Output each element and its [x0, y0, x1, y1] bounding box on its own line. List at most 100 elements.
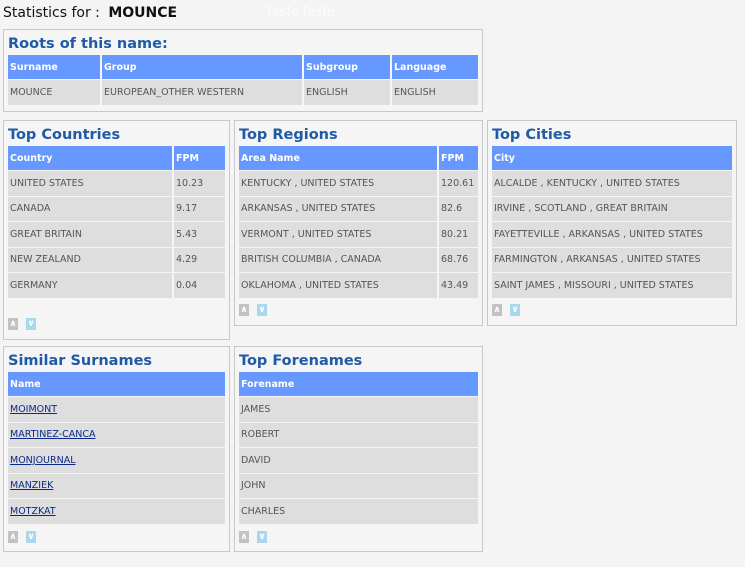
fpm-cell: 43.49	[439, 272, 478, 298]
table-row: VERMONT , UNITED STATES 80.21	[239, 221, 478, 247]
page-down-icon[interactable]: ∨	[257, 531, 267, 543]
city-cell: FAYETTEVILLE , ARKANSAS , UNITED STATES	[492, 221, 732, 247]
similar-surnames-pager: ∧ ∨	[8, 531, 36, 543]
table-row: MARTINEZ-CANCA	[8, 421, 225, 447]
top-countries-header-row: Country FPM	[8, 146, 225, 170]
roots-title: Roots of this name:	[8, 36, 168, 52]
top-forenames-pager: ∧ ∨	[239, 531, 267, 543]
top-forenames-panel: Top Forenames Forename JAMES ROBERT DAVI…	[234, 346, 483, 552]
table-row: ARKANSAS , UNITED STATES 82.6	[239, 195, 478, 221]
top-regions-title: Top Regions	[239, 127, 338, 143]
fpm-cell: 80.21	[439, 221, 478, 247]
area-cell: VERMONT , UNITED STATES	[239, 221, 439, 247]
surname-cell: MANZIEK	[8, 472, 225, 498]
page-down-icon[interactable]: ∨	[257, 304, 267, 316]
column-header-country: Country	[8, 146, 174, 170]
roots-group-cell: EUROPEAN_OTHER WESTERN	[102, 79, 304, 105]
similar-surnames-table: Name MOIMONT MARTINEZ-CANCA MONJOURNAL M…	[8, 372, 225, 524]
top-regions-table: Area Name FPM KENTUCKY , UNITED STATES 12…	[239, 146, 478, 298]
top-regions-panel: Top Regions Area Name FPM KENTUCKY , UNI…	[234, 120, 483, 326]
area-cell: KENTUCKY , UNITED STATES	[239, 170, 439, 196]
table-row: MOIMONT	[8, 396, 225, 422]
fpm-cell: 9.17	[174, 195, 225, 221]
faint-header-text: fasfe fasfe	[267, 5, 335, 20]
country-cell: NEW ZEALAND	[8, 246, 174, 272]
country-cell: CANADA	[8, 195, 174, 221]
city-cell: ALCALDE , KENTUCKY , UNITED STATES	[492, 170, 732, 196]
area-cell: ARKANSAS , UNITED STATES	[239, 195, 439, 221]
surname-link-manziek[interactable]: MANZIEK	[10, 480, 53, 491]
table-row: MANZIEK	[8, 472, 225, 498]
table-row: OKLAHOMA , UNITED STATES 43.49	[239, 272, 478, 298]
roots-panel: Roots of this name: Surname Group Subgro…	[3, 29, 483, 112]
city-cell: SAINT JAMES , MISSOURI , UNITED STATES	[492, 272, 732, 298]
surname-link-motzkat[interactable]: MOTZKAT	[10, 506, 56, 517]
fpm-cell: 0.04	[174, 272, 225, 298]
top-countries-table: Country FPM UNITED STATES 10.23 CANADA 9.1…	[8, 146, 225, 298]
page-up-icon[interactable]: ∧	[239, 304, 249, 316]
table-row: FARMINGTON , ARKANSAS , UNITED STATES	[492, 246, 732, 272]
table-row: ALCALDE , KENTUCKY , UNITED STATES	[492, 170, 732, 196]
table-row: IRVINE , SCOTLAND , GREAT BRITAIN	[492, 195, 732, 221]
top-cities-header-row: City	[492, 146, 732, 170]
table-row: JOHN	[239, 472, 478, 498]
top-regions-header-row: Area Name FPM	[239, 146, 478, 170]
page-down-icon[interactable]: ∨	[26, 318, 36, 330]
page-down-icon[interactable]: ∨	[510, 304, 520, 316]
area-cell: OKLAHOMA , UNITED STATES	[239, 272, 439, 298]
top-forenames-title: Top Forenames	[239, 353, 363, 369]
column-header-surname: Surname	[8, 55, 102, 79]
fpm-cell: 120.61	[439, 170, 478, 196]
table-row: ROBERT	[239, 421, 478, 447]
page-up-icon[interactable]: ∧	[239, 531, 249, 543]
forename-cell: JOHN	[239, 472, 478, 498]
top-cities-title: Top Cities	[492, 127, 572, 143]
similar-surnames-header-row: Name	[8, 372, 225, 396]
roots-language-cell: ENGLISH	[392, 79, 478, 105]
page-title: Statistics for : MOUNCE	[3, 5, 177, 21]
table-row: GREAT BRITAIN 5.43	[8, 221, 225, 247]
roots-header-row: Surname Group Subgroup Language	[8, 55, 478, 79]
table-row: GERMANY 0.04	[8, 272, 225, 298]
page-up-icon[interactable]: ∧	[8, 318, 18, 330]
table-row: SAINT JAMES , MISSOURI , UNITED STATES	[492, 272, 732, 298]
forename-cell: DAVID	[239, 447, 478, 473]
surname-link-moimont[interactable]: MOIMONT	[10, 404, 57, 415]
table-row: JAMES	[239, 396, 478, 422]
roots-subgroup-cell: ENGLISH	[304, 79, 392, 105]
country-cell: GERMANY	[8, 272, 174, 298]
column-header-fpm: FPM	[174, 146, 225, 170]
page-title-label: Statistics for :	[3, 5, 100, 21]
column-header-area-name: Area Name	[239, 146, 439, 170]
table-row: CANADA 9.17	[8, 195, 225, 221]
fpm-cell: 4.29	[174, 246, 225, 272]
fpm-cell: 82.6	[439, 195, 478, 221]
column-header-name: Name	[8, 372, 225, 396]
surname-cell: MONJOURNAL	[8, 447, 225, 473]
country-cell: GREAT BRITAIN	[8, 221, 174, 247]
fpm-cell: 5.43	[174, 221, 225, 247]
page-down-icon[interactable]: ∨	[26, 531, 36, 543]
column-header-subgroup: Subgroup	[304, 55, 392, 79]
top-cities-panel: Top Cities City ALCALDE , KENTUCKY , UNI…	[487, 120, 737, 326]
surname-link-martinez-canca[interactable]: MARTINEZ-CANCA	[10, 429, 95, 440]
top-forenames-table: Forename JAMES ROBERT DAVID JOHN CHARLES	[239, 372, 478, 524]
column-header-fpm: FPM	[439, 146, 478, 170]
top-cities-table: City ALCALDE , KENTUCKY , UNITED STATES …	[492, 146, 732, 298]
table-row: MOTZKAT	[8, 498, 225, 524]
table-row: KENTUCKY , UNITED STATES 120.61	[239, 170, 478, 196]
top-countries-pager: ∧ ∨	[8, 318, 36, 330]
surname-cell: MARTINEZ-CANCA	[8, 421, 225, 447]
roots-table: Surname Group Subgroup Language MOUNCE E…	[8, 55, 478, 105]
top-cities-pager: ∧ ∨	[492, 304, 520, 316]
city-cell: IRVINE , SCOTLAND , GREAT BRITAIN	[492, 195, 732, 221]
page-up-icon[interactable]: ∧	[8, 531, 18, 543]
page-up-icon[interactable]: ∧	[492, 304, 502, 316]
table-row: MONJOURNAL	[8, 447, 225, 473]
fpm-cell: 10.23	[174, 170, 225, 196]
surname-link-monjournal[interactable]: MONJOURNAL	[10, 455, 76, 466]
table-row: FAYETTEVILLE , ARKANSAS , UNITED STATES	[492, 221, 732, 247]
top-countries-title: Top Countries	[8, 127, 121, 143]
surname-heading: MOUNCE	[108, 5, 178, 21]
column-header-city: City	[492, 146, 732, 170]
